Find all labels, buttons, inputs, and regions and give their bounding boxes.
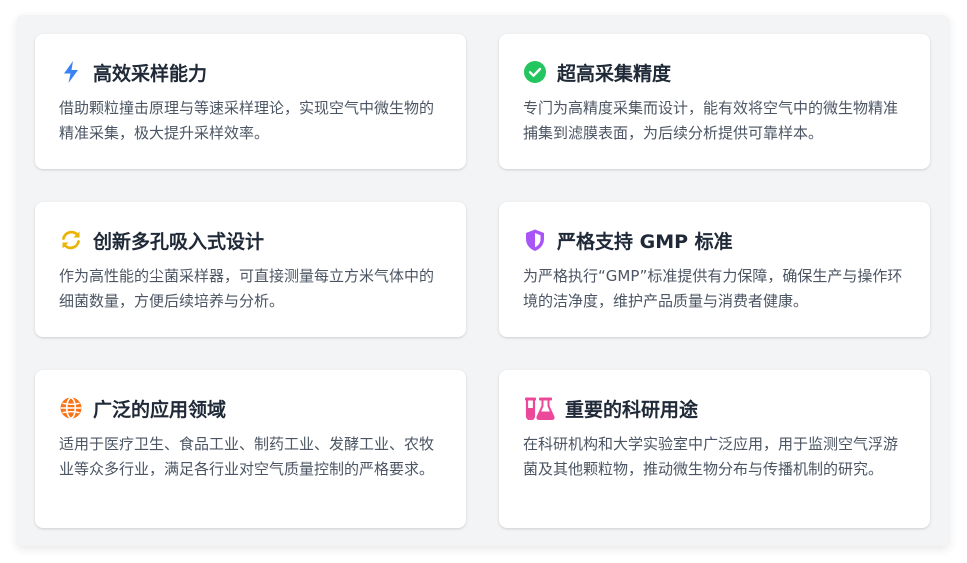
card-title: 创新多孔吸入式设计 <box>93 230 265 253</box>
card-header: 广泛的应用领域 <box>59 394 444 422</box>
flask-icon <box>523 396 555 420</box>
check-circle-icon <box>523 60 547 84</box>
card-description: 在科研机构和大学实验室中广泛应用，用于监测空气浮游菌及其他颗粒物，推动微生物分布… <box>523 435 899 478</box>
card-header: 严格支持 GMP 标准 <box>523 226 908 254</box>
card-title: 超高采集精度 <box>557 62 672 85</box>
card-description: 借助颗粒撞击原理与等速采样理论，实现空气中微生物的精准采集，极大提升采样效率。 <box>59 99 435 142</box>
feature-card-sampling: 高效采样能力 借助颗粒撞击原理与等速采样理论，实现空气中微生物的精准采集，极大提… <box>35 34 466 169</box>
feature-card-applications: 广泛的应用领域 适用于医疗卫生、食品工业、制药工业、发酵工业、农牧业等众多行业，… <box>35 370 466 528</box>
card-description: 适用于医疗卫生、食品工业、制药工业、发酵工业、农牧业等众多行业，满足各行业对空气… <box>59 435 435 478</box>
card-title: 高效采样能力 <box>93 62 208 85</box>
card-title: 重要的科研用途 <box>565 398 699 421</box>
sync-arrows-icon <box>59 228 83 252</box>
card-title: 广泛的应用领域 <box>93 398 227 421</box>
card-header: 重要的科研用途 <box>523 394 908 422</box>
card-description: 作为高性能的尘菌采样器，可直接测量每立方米气体中的细菌数量，方便后续培养与分析。 <box>59 267 435 310</box>
features-panel: 高效采样能力 借助颗粒撞击原理与等速采样理论，实现空气中微生物的精准采集，极大提… <box>17 15 949 546</box>
feature-card-precision: 超高采集精度 专门为高精度采集而设计，能有效将空气中的微生物精准捕集到滤膜表面，… <box>499 34 930 169</box>
card-description: 专门为高精度采集而设计，能有效将空气中的微生物精准捕集到滤膜表面，为后续分析提供… <box>523 99 899 142</box>
feature-card-design: 创新多孔吸入式设计 作为高性能的尘菌采样器，可直接测量每立方米气体中的细菌数量，… <box>35 202 466 337</box>
card-header: 高效采样能力 <box>59 58 444 86</box>
feature-card-gmp: 严格支持 GMP 标准 为严格执行“GMP”标准提供有力保障，确保生产与操作环境… <box>499 202 930 337</box>
feature-card-research: 重要的科研用途 在科研机构和大学实验室中广泛应用，用于监测空气浮游菌及其他颗粒物… <box>499 370 930 528</box>
card-header: 超高采集精度 <box>523 58 908 86</box>
card-header: 创新多孔吸入式设计 <box>59 226 444 254</box>
card-description: 为严格执行“GMP”标准提供有力保障，确保生产与操作环境的洁净度，维护产品质量与… <box>523 267 903 310</box>
shield-icon <box>523 228 547 252</box>
bolt-icon <box>59 60 83 84</box>
globe-icon <box>59 396 83 420</box>
card-title: 严格支持 GMP 标准 <box>557 230 733 253</box>
